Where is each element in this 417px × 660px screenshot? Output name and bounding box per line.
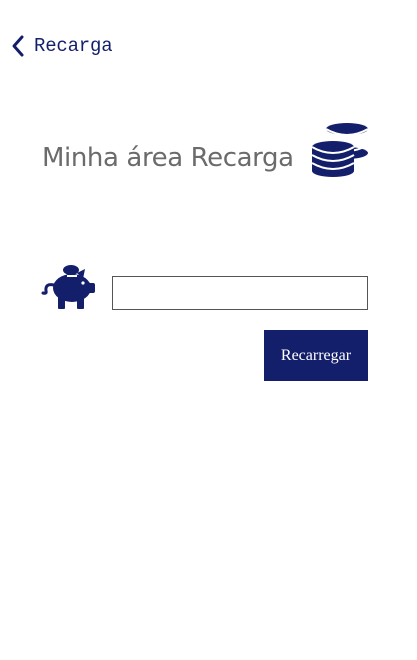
chevron-left-icon[interactable] (10, 34, 26, 58)
back-nav[interactable]: Recarga (10, 30, 113, 62)
piggy-bank-icon (41, 265, 95, 309)
header-title: Recarga (34, 35, 113, 57)
recharge-amount-input[interactable] (112, 276, 368, 310)
coins-stack-icon (311, 123, 369, 177)
recharge-button[interactable]: Recarregar (264, 330, 368, 381)
page-title: Minha área Recarga (42, 143, 294, 173)
